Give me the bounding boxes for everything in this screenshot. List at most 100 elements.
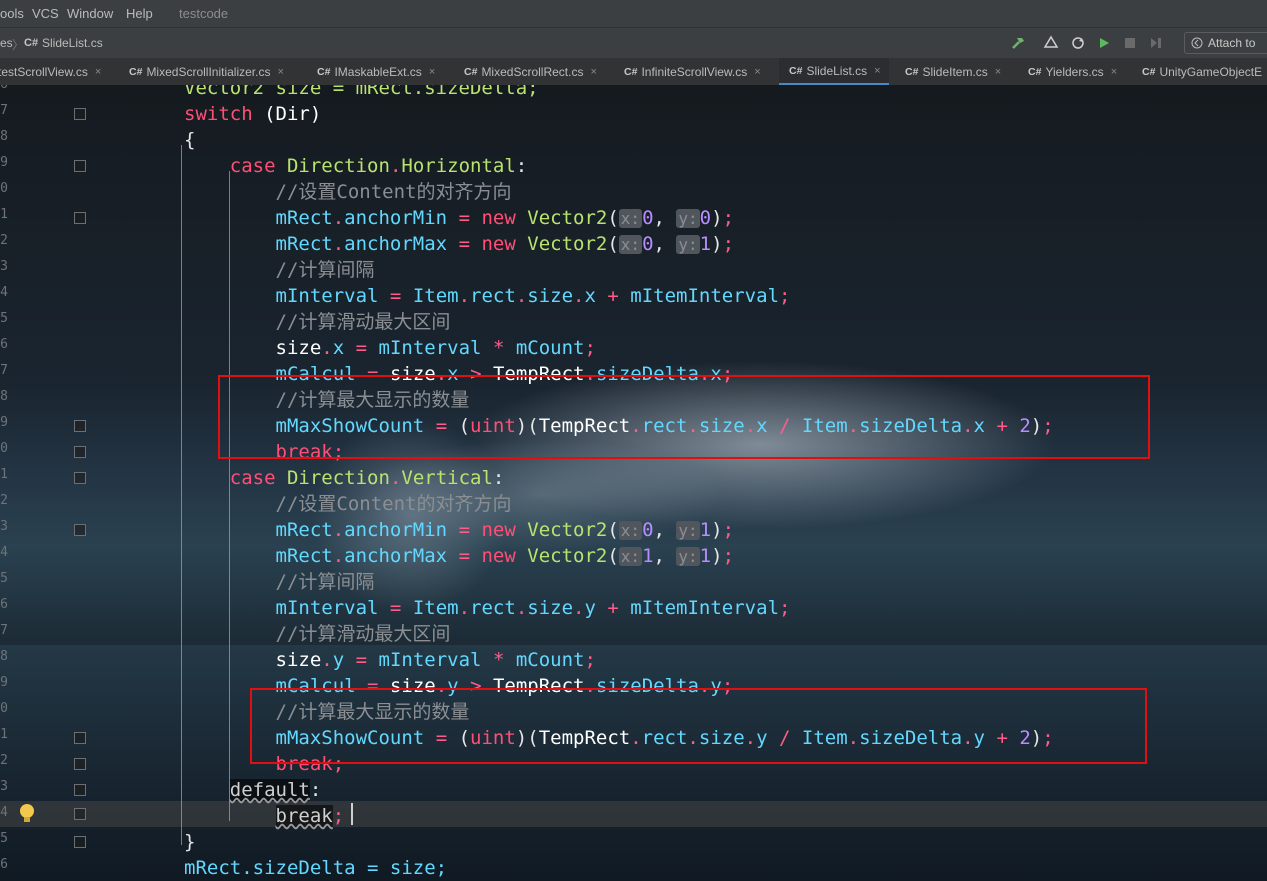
breadcrumb-chevron-icon: 〉 bbox=[12, 38, 25, 52]
code-token: mCount bbox=[515, 649, 585, 671]
tab-infinitescrollview[interactable]: C# InfiniteScrollView.cs × bbox=[624, 58, 761, 85]
code-line: mRect.anchorMax = new Vector2(x: 1, y: 1); bbox=[275, 545, 735, 567]
tab-testscrollview[interactable]: testScrollView.cs × bbox=[0, 58, 101, 85]
comment-text: //计算滑动最大区间 bbox=[275, 311, 451, 333]
code-token: : bbox=[309, 779, 322, 801]
code-line: size.y = mInterval * mCount; bbox=[275, 649, 596, 671]
code-token: mItemInterval bbox=[630, 597, 780, 619]
highlight-box bbox=[250, 688, 1147, 764]
attach-to-unity-button[interactable]: Attach to bbox=[1184, 32, 1267, 54]
run-icon[interactable] bbox=[1094, 33, 1114, 53]
number: 1 bbox=[699, 519, 712, 541]
code-token: mRect bbox=[275, 545, 333, 567]
code-token: mCount bbox=[515, 337, 585, 359]
tab-mixedscrollinitializer[interactable]: C# MixedScrollInitializer.cs × bbox=[129, 58, 284, 85]
code-token: y bbox=[332, 649, 345, 671]
code-line: Vector2 size = mRect.sizeDelta; bbox=[184, 85, 539, 99]
tab-imaskableext[interactable]: C# IMaskableExt.cs × bbox=[317, 58, 435, 85]
keyword: new bbox=[481, 519, 516, 541]
code-token: Direction bbox=[286, 467, 390, 489]
refresh-unity-icon[interactable] bbox=[1068, 33, 1088, 53]
close-icon[interactable]: × bbox=[1111, 66, 1117, 78]
tab-unitygameobjectext[interactable]: C# UnityGameObjectE bbox=[1142, 58, 1262, 85]
tab-slidelist[interactable]: C# SlideList.cs × bbox=[779, 58, 889, 85]
comment-text: //计算间隔 bbox=[275, 571, 375, 593]
code-line: switch (Dir) bbox=[184, 101, 321, 127]
code-token: mRect.sizeDelta = size; bbox=[184, 857, 448, 879]
menu-help[interactable]: Help bbox=[126, 6, 153, 21]
code-token: Item bbox=[412, 285, 459, 307]
tab-label: IMaskableExt.cs bbox=[334, 64, 422, 79]
keyword: break bbox=[275, 805, 333, 827]
close-icon[interactable]: × bbox=[874, 65, 880, 77]
close-icon[interactable]: × bbox=[95, 66, 101, 78]
close-icon[interactable]: × bbox=[429, 66, 435, 78]
code-line: case Direction.Vertical: bbox=[229, 467, 505, 489]
csharp-file-icon: C# bbox=[789, 64, 803, 77]
tab-label: testScrollView.cs bbox=[0, 64, 88, 79]
csharp-file-icon: C# bbox=[1142, 65, 1156, 78]
unity-debug-icon[interactable] bbox=[1041, 33, 1061, 53]
code-token: Vector2 bbox=[527, 233, 608, 255]
stop-icon[interactable] bbox=[1120, 33, 1140, 53]
csharp-file-icon: C# bbox=[1028, 65, 1042, 78]
close-icon[interactable]: × bbox=[277, 66, 283, 78]
code-comment: //设置Content的对齐方向 bbox=[184, 179, 512, 205]
menu-window[interactable]: Window bbox=[67, 6, 113, 21]
code-token: rect bbox=[470, 597, 516, 619]
menu-vcs[interactable]: VCS bbox=[32, 6, 59, 21]
code-comment: //设置Content的对齐方向 bbox=[184, 491, 512, 517]
comment-text: //设置Content的对齐方向 bbox=[275, 493, 512, 515]
keyword: new bbox=[481, 545, 516, 567]
tab-yielders[interactable]: C# Yielders.cs × bbox=[1028, 58, 1117, 85]
code-editor[interactable]: 6 7 8 9 0 1 2 3 4 5 6 7 8 9 0 1 2 3 4 5 … bbox=[0, 85, 1267, 881]
menu-tools[interactable]: ools bbox=[0, 6, 24, 21]
csharp-file-icon: C# bbox=[129, 65, 143, 78]
tab-mixedscrollrect[interactable]: C# MixedScrollRect.cs × bbox=[464, 58, 597, 85]
code-comment: //计算间隔 bbox=[184, 257, 375, 283]
tab-label: SlideItem.cs bbox=[922, 64, 988, 79]
breadcrumb-parent[interactable]: es bbox=[0, 36, 13, 50]
csharp-file-icon: C# bbox=[624, 65, 638, 78]
close-icon[interactable]: × bbox=[754, 66, 760, 78]
param-hint: x: bbox=[618, 547, 643, 566]
close-icon[interactable]: × bbox=[590, 66, 596, 78]
tab-slideitem[interactable]: C# SlideItem.cs × bbox=[905, 58, 1001, 85]
code-line: mRect.anchorMin = new Vector2(x: 0, y: 0); bbox=[275, 207, 735, 229]
code-line: mRect.anchorMax = new Vector2(x: 0, y: 1); bbox=[275, 233, 735, 255]
code-token: x bbox=[584, 285, 596, 307]
number: 0 bbox=[642, 233, 654, 255]
code-token: y bbox=[584, 597, 596, 619]
code-token: mRect bbox=[275, 519, 333, 541]
build-hammer-icon[interactable] bbox=[1008, 33, 1028, 53]
number: 0 bbox=[642, 207, 654, 229]
code-line: mRect.sizeDelta = size; bbox=[184, 855, 447, 881]
code-line: } bbox=[184, 831, 196, 853]
code-line: default: bbox=[184, 777, 321, 803]
code-line: case Direction.Horizontal: bbox=[229, 155, 528, 177]
code-token: mInterval bbox=[275, 597, 379, 619]
menu-bar: ools VCS Window Help testcode bbox=[0, 0, 1267, 27]
text-caret bbox=[351, 803, 353, 825]
number: 1 bbox=[699, 545, 712, 567]
code-line: break; bbox=[275, 805, 345, 827]
code-comment: //计算滑动最大区间 bbox=[184, 621, 451, 647]
attach-label: Attach to bbox=[1208, 36, 1256, 50]
code-token: rect bbox=[470, 285, 516, 307]
code-token: : bbox=[515, 155, 528, 177]
comment-text: //计算间隔 bbox=[275, 259, 375, 281]
tab-label: MixedScrollRect.cs bbox=[481, 64, 584, 79]
param-hint: y: bbox=[676, 209, 700, 228]
tab-label: UnityGameObjectE bbox=[1159, 64, 1263, 79]
csharp-file-icon: C# bbox=[905, 65, 919, 78]
close-icon[interactable]: × bbox=[995, 66, 1001, 78]
code-line: mRect.anchorMin = new Vector2(x: 0, y: 1); bbox=[275, 519, 735, 541]
csharp-file-icon: C# bbox=[24, 37, 39, 49]
csharp-file-icon: C# bbox=[317, 65, 331, 78]
breadcrumb-file[interactable]: SlideList.cs bbox=[42, 36, 103, 50]
code-token: mItemInterval bbox=[630, 285, 780, 307]
pause-step-icon[interactable] bbox=[1146, 33, 1166, 53]
param-hint: x: bbox=[618, 521, 643, 540]
param-hint: x: bbox=[618, 209, 643, 228]
param-hint: x: bbox=[618, 235, 643, 254]
